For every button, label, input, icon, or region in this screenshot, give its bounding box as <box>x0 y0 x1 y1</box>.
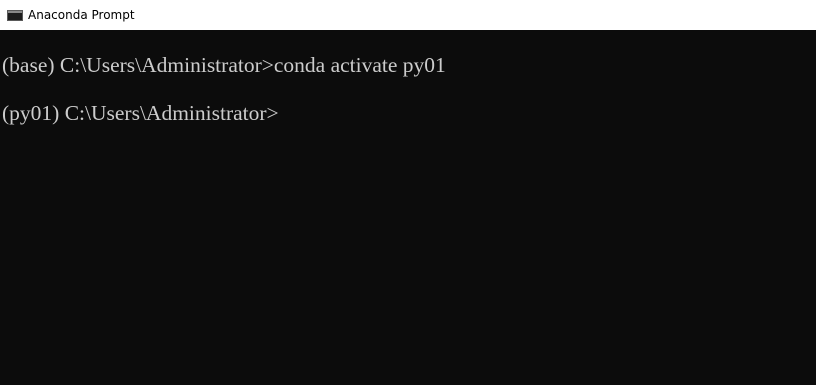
terminal-window: Anaconda Prompt (base) C:\Users\Administ… <box>0 0 816 385</box>
console-output[interactable]: (base) C:\Users\Administrator>conda acti… <box>0 30 816 385</box>
prompt-text: (base) C:\Users\Administrator> <box>2 53 274 77</box>
window-title: Anaconda Prompt <box>28 8 135 22</box>
console-line: (py01) C:\Users\Administrator> <box>2 101 816 125</box>
prompt-text: (py01) C:\Users\Administrator> <box>2 101 279 125</box>
title-bar[interactable]: Anaconda Prompt <box>0 0 816 30</box>
console-icon <box>7 9 23 21</box>
command-text: conda activate py01 <box>273 53 446 77</box>
console-line: (base) C:\Users\Administrator>conda acti… <box>2 53 816 77</box>
